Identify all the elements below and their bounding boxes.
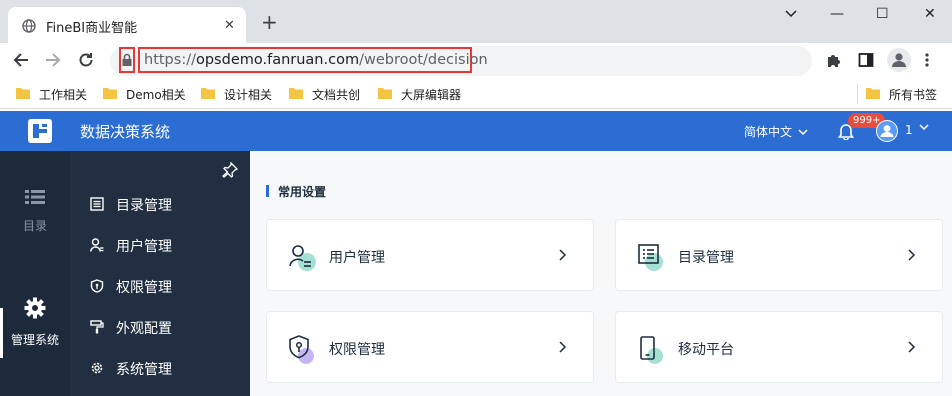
section-marker — [266, 185, 269, 197]
globe-icon — [22, 18, 36, 37]
list-icon — [25, 190, 45, 209]
chevron-right-icon — [906, 247, 916, 266]
user-name[interactable]: 1 — [905, 123, 913, 137]
new-tab-button[interactable]: + — [261, 12, 278, 32]
side-panel-icon[interactable] — [858, 52, 874, 72]
back-arrow-icon[interactable] — [12, 51, 30, 73]
folder-icon — [103, 87, 117, 102]
url-text: https://opsdemo.fanruan.com/webroot/deci… — [144, 52, 488, 68]
left-rail: 目录 管理系统 — [0, 151, 70, 396]
folder-icon — [201, 87, 215, 102]
tab-close-icon[interactable]: ✕ — [224, 18, 235, 33]
kebab-menu-icon[interactable] — [924, 52, 930, 72]
browser-toolbar: https://opsdemo.fanruan.com/webroot/deci… — [0, 43, 952, 79]
user-manage-icon — [287, 242, 317, 272]
card-permission-management[interactable]: 权限管理 — [266, 311, 594, 383]
browser-tab[interactable]: FineBI商业智能 ✕ — [8, 7, 246, 43]
tabs-menu-chevron-icon[interactable] — [784, 6, 798, 24]
card-catalog-management[interactable]: 目录管理 — [615, 219, 943, 291]
chevron-right-icon — [557, 247, 567, 266]
fine-logo-icon[interactable] — [26, 117, 54, 145]
pin-icon[interactable] — [222, 161, 239, 182]
main-content: 常用设置 用户管理 目录管理 权限管理 移动平台 — [250, 151, 952, 396]
folder-icon — [289, 87, 303, 102]
card-mobile-platform[interactable]: 移动平台 — [615, 311, 943, 383]
permission-manage-icon — [287, 334, 317, 364]
language-selector[interactable]: 简体中文 — [744, 123, 808, 140]
browser-tabstrip: FineBI商业智能 ✕ + — ☐ ✕ — [0, 0, 952, 43]
paint-roller-icon — [90, 320, 104, 338]
catalog-manage-icon — [636, 242, 666, 272]
chevron-right-icon — [906, 339, 916, 358]
chevron-down-icon — [798, 125, 808, 139]
folder-icon — [866, 87, 880, 102]
url-highlight[interactable]: https://opsdemo.fanruan.com/webroot/deci… — [138, 47, 488, 73]
minimize-button[interactable]: — — [830, 6, 844, 22]
profile-avatar[interactable] — [887, 48, 911, 72]
section-title: 常用设置 — [278, 185, 327, 199]
maximize-button[interactable]: ☐ — [876, 6, 889, 22]
chevron-down-icon[interactable] — [919, 123, 929, 134]
rail-item-admin[interactable]: 管理系统 — [0, 297, 70, 348]
extensions-puzzle-icon[interactable] — [826, 52, 842, 72]
gear-icon — [90, 361, 104, 379]
rail-active-indicator — [0, 308, 3, 358]
admin-subnav: 目录管理 用户管理 权限管理 外观配置 系统管理 — [70, 151, 250, 396]
user-icon — [90, 238, 104, 256]
forward-arrow-icon[interactable] — [44, 51, 62, 73]
folder-icon — [378, 87, 392, 102]
close-window-button[interactable]: ✕ — [924, 6, 936, 22]
shield-icon — [90, 279, 104, 297]
card-user-management[interactable]: 用户管理 — [266, 219, 594, 291]
app-title: 数据决策系统 — [80, 123, 171, 141]
app-header: 数据决策系统 简体中文 999+ 1 — [0, 111, 952, 151]
bookmarks-bar: 工作相关 Demo相关 设计相关 文档共创 大屏编辑器 所有书签 — [0, 79, 952, 109]
reload-icon[interactable] — [77, 51, 95, 73]
chevron-right-icon — [557, 339, 567, 358]
folder-icon — [16, 87, 30, 102]
bookmarks-divider — [857, 84, 858, 104]
gear-icon — [24, 297, 46, 323]
catalog-icon — [90, 197, 104, 215]
tab-title: FineBI商业智能 — [46, 21, 138, 36]
lock-icon[interactable] — [119, 47, 135, 73]
mobile-platform-icon — [636, 334, 666, 364]
rail-item-catalog[interactable]: 目录 — [0, 189, 70, 234]
user-avatar[interactable] — [876, 120, 898, 142]
